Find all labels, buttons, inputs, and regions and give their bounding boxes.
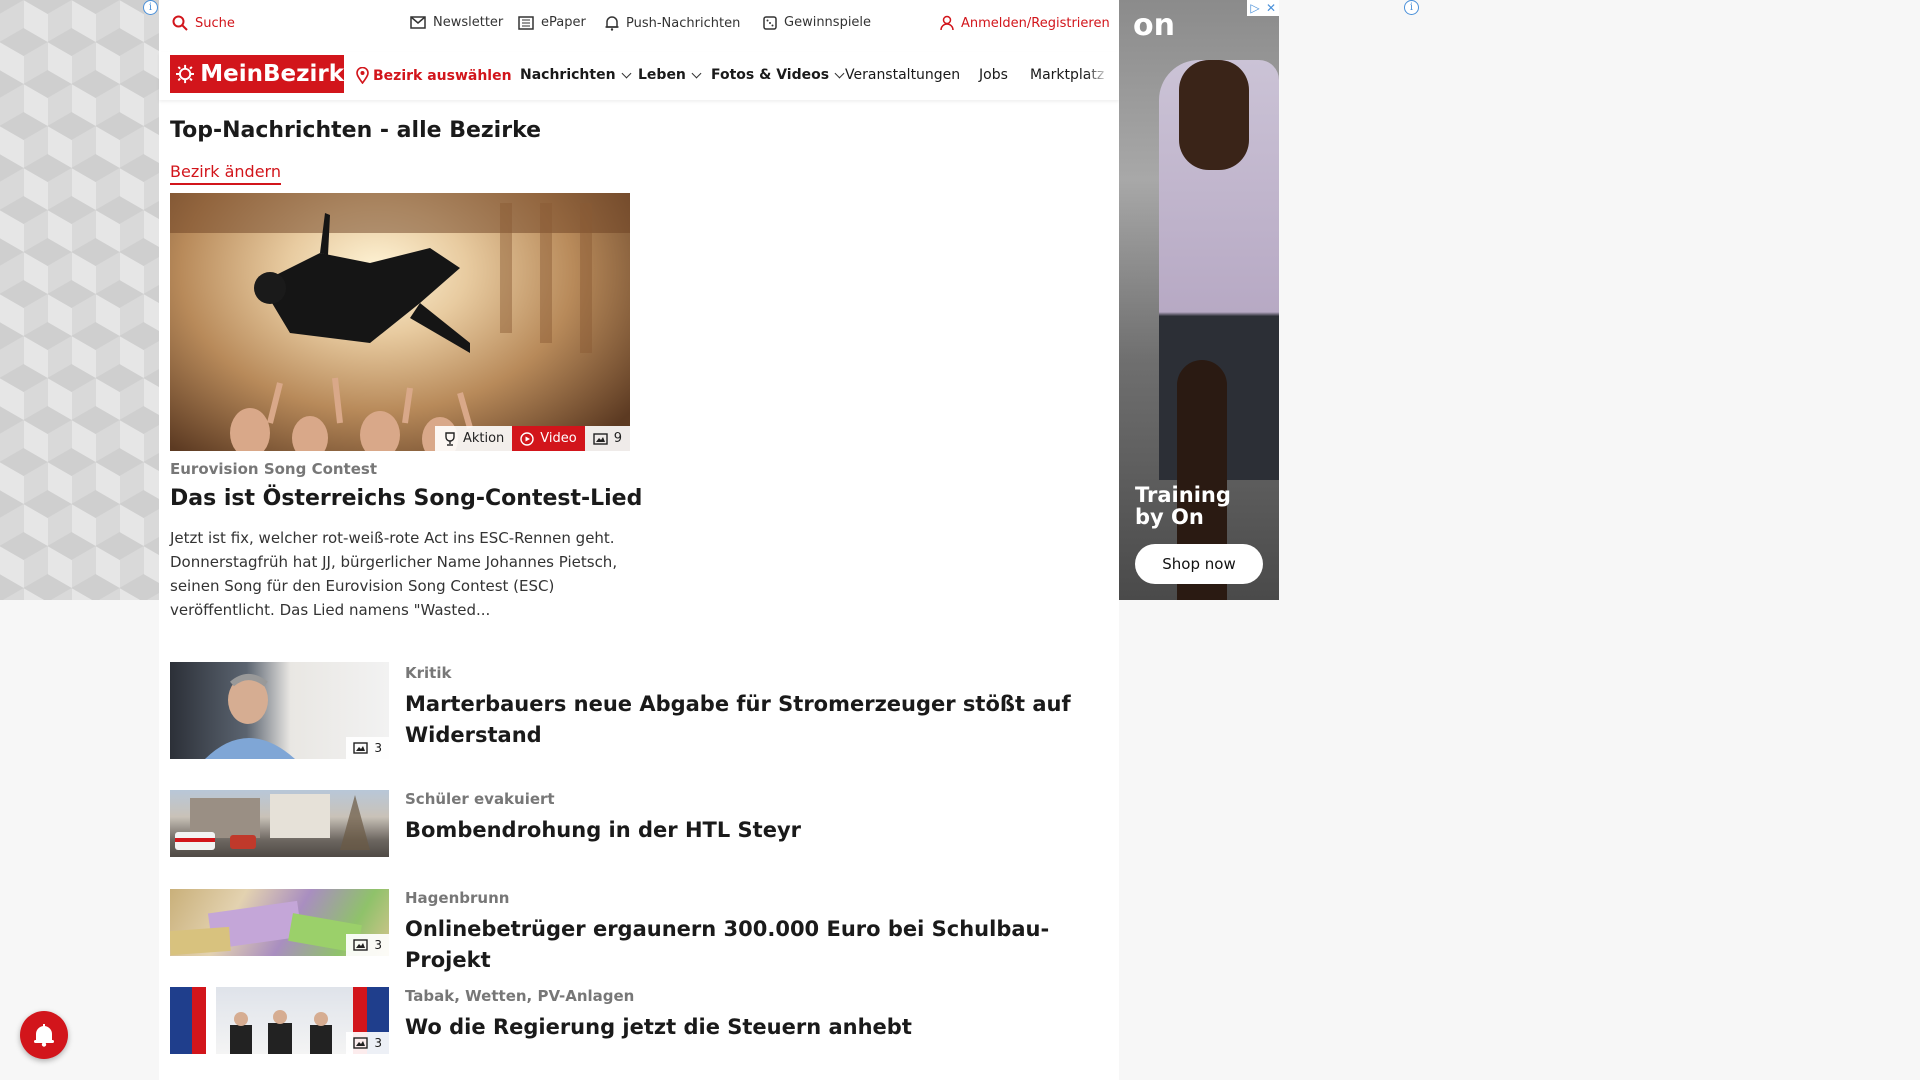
thumbnail-illustration [175, 794, 370, 850]
hero-badges: Aktion Video 9 [434, 426, 630, 451]
image-gallery-icon [353, 1037, 369, 1049]
nav-item-nachrichten[interactable]: Nachrichten [520, 67, 632, 83]
search-label: Suche [195, 15, 235, 31]
ad-choices-icon[interactable]: ▷ [1247, 0, 1263, 16]
main-nav: MeinBezirk Bezirk auswählen Nachrichten … [159, 52, 1119, 100]
list-item[interactable]: Schüler evakuiert Bombendrohung in der H… [170, 790, 1110, 860]
article-thumbnail: 3 [170, 662, 389, 759]
nav-label-leben: Leben [638, 67, 686, 83]
district-select[interactable]: Bezirk auswählen [356, 67, 512, 84]
newsletter-link[interactable]: Newsletter [410, 15, 503, 30]
nav-item-veranstaltungen[interactable]: Veranstaltungen [845, 67, 960, 83]
article-kicker: Tabak, Wetten, PV-Anlagen [405, 987, 635, 1005]
change-district-link[interactable]: Bezirk ändern [170, 162, 281, 185]
login-label: Anmelden/Registrieren [961, 15, 1110, 31]
article-title[interactable]: Wo die Regierung jetzt die Steuern anheb… [405, 1012, 1105, 1043]
action-badge-label: Aktion [462, 431, 505, 446]
newsletter-label: Newsletter [433, 15, 504, 30]
gallery-badge: 3 [346, 1032, 389, 1054]
article-thumbnail: 3 [170, 889, 389, 956]
district-label: Bezirk auswählen [373, 67, 512, 84]
gallery-badge: 9 [584, 426, 630, 451]
article-thumbnail: 3 [170, 987, 389, 1054]
notification-bell-button[interactable] [20, 1011, 68, 1059]
hero-photo-illustration [170, 193, 630, 451]
push-label: Push-Nachrichten [626, 15, 741, 31]
list-item[interactable]: 3 Hagenbrunn Onlinebetrüger ergaunern 30… [170, 889, 1110, 972]
ad-shop-button[interactable]: Shop now [1135, 544, 1263, 584]
gallery-count: 9 [613, 431, 622, 446]
image-gallery-icon [353, 939, 369, 951]
games-link[interactable]: Gewinnspiele [763, 15, 871, 30]
video-badge-label: Video [540, 431, 577, 446]
article-kicker: Schüler evakuiert [405, 790, 555, 808]
nav-item-marktplatz[interactable]: Marktplatz [1030, 67, 1110, 83]
dice-icon [763, 15, 777, 30]
nav-item-leben[interactable]: Leben [638, 67, 702, 83]
bell-icon [605, 16, 619, 31]
article-thumbnail [170, 790, 389, 857]
hero-teaser: Jetzt ist fix, welcher rot-weiß-rote Act… [170, 529, 618, 619]
nav-label-nachrichten: Nachrichten [520, 67, 616, 83]
image-gallery-icon [353, 742, 369, 754]
right-ad-banner[interactable]: on Training by On Shop now ▷ ✕ [1119, 0, 1279, 600]
article-title[interactable]: Bombendrohung in der HTL Steyr [405, 815, 1105, 846]
article-title[interactable]: Onlinebetrüger ergaunern 300.000 Euro be… [405, 914, 1105, 976]
ad-close-icon[interactable]: ✕ [1263, 0, 1279, 16]
list-item[interactable]: 3 Tabak, Wetten, PV-Anlagen Wo die Regie… [170, 987, 1110, 1057]
bell-icon [34, 1024, 54, 1047]
left-ad-skin[interactable] [0, 0, 159, 600]
search-link[interactable]: Suche [172, 15, 235, 31]
nav-label-veranstaltungen: Veranstaltungen [845, 67, 961, 83]
nav-label-marktplatz: Marktplatz [1030, 67, 1105, 83]
site-logo[interactable]: MeinBezirk [170, 55, 344, 93]
chevron-down-icon [834, 68, 845, 78]
logo-sun-icon [176, 64, 195, 84]
hero-image[interactable]: Aktion Video 9 [170, 193, 630, 451]
ad-headline: Training by On [1135, 483, 1231, 529]
action-badge: Aktion [434, 426, 513, 451]
hero-kicker: Eurovision Song Contest [170, 460, 378, 478]
image-gallery-icon [593, 432, 608, 445]
epaper-link[interactable]: ePaper [518, 15, 586, 30]
push-link[interactable]: Push-Nachrichten [605, 15, 740, 31]
ad-info-icon[interactable]: i [143, 0, 158, 15]
article-kicker: Hagenbrunn [405, 889, 510, 907]
gallery-badge: 3 [346, 934, 389, 956]
video-badge: Video [512, 426, 585, 451]
gallery-count: 3 [374, 1036, 382, 1050]
location-pin-icon [356, 67, 369, 84]
user-icon [940, 15, 954, 31]
gallery-count: 3 [374, 741, 382, 755]
nav-label-fotos-videos: Fotos & Videos [711, 67, 830, 83]
newspaper-icon [518, 15, 534, 30]
gallery-count: 3 [374, 938, 382, 952]
page-title: Top-Nachrichten - alle Bezirke [170, 118, 542, 143]
ad-info-icon[interactable]: i [1404, 0, 1419, 15]
article-kicker: Kritik [405, 664, 452, 682]
search-icon [172, 15, 188, 31]
ad-brand-logo: on [1133, 8, 1175, 43]
main-column: Suche Newsletter ePaper Push-Nachrichten… [159, 0, 1119, 1080]
ad-model-figure [1159, 60, 1279, 600]
login-link[interactable]: Anmelden/Registrieren [940, 15, 1110, 31]
epaper-label: ePaper [541, 15, 586, 30]
list-item[interactable]: 3 Kritik Marterbauers neue Abgabe für St… [170, 662, 1110, 762]
ad-model-head [1179, 60, 1249, 170]
trophy-icon [445, 431, 455, 446]
logo-text: MeinBezirk [200, 61, 344, 87]
play-icon [520, 431, 534, 446]
nav-item-jobs[interactable]: Jobs [979, 67, 1008, 83]
utility-bar: Suche Newsletter ePaper Push-Nachrichten… [159, 0, 1119, 46]
nav-item-fotos-videos[interactable]: Fotos & Videos [711, 67, 845, 83]
nav-label-jobs: Jobs [979, 67, 1008, 83]
games-label: Gewinnspiele [784, 15, 872, 30]
hero-title[interactable]: Das ist Österreichs Song-Contest-Lied [170, 486, 642, 511]
ad-controls: ▷ ✕ [1247, 0, 1279, 16]
mail-icon [410, 16, 426, 29]
chevron-down-icon [621, 68, 632, 78]
gallery-badge: 3 [346, 737, 389, 759]
article-title[interactable]: Marterbauers neue Abgabe für Stromerzeug… [405, 689, 1105, 751]
chevron-down-icon [691, 68, 702, 78]
